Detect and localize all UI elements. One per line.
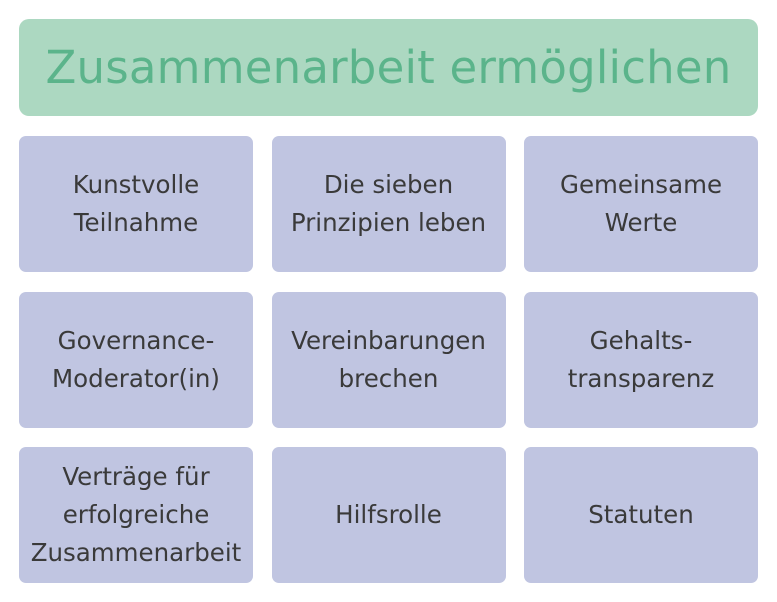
topic-label: Verträge für erfolgreiche Zusammenarbeit	[30, 462, 242, 567]
topic-grid: Kunstvolle Teilnahme Die sieben Prinzipi…	[19, 136, 758, 583]
topic-label: Statuten	[588, 500, 694, 529]
topic-label: Governance- Moderator(in)	[52, 325, 220, 393]
topic-label: Gehalts- transparenz	[567, 325, 715, 393]
topic-box: Vereinbarungen brechen	[271, 291, 506, 428]
topic-box: Kunstvolle Teilnahme	[19, 136, 253, 272]
topic-box: Governance- Moderator(in)	[19, 291, 253, 428]
topic-box: Verträge für erfolgreiche Zusammenarbeit	[19, 447, 253, 583]
topic-box: Die sieben Prinzipien leben	[271, 136, 506, 272]
topic-label: Kunstvolle Teilnahme	[72, 170, 200, 237]
header-banner: Zusammenarbeit ermöglichen	[19, 19, 758, 116]
topic-label: Die sieben Prinzipien leben	[290, 170, 487, 237]
header-title: Zusammenarbeit ermöglichen	[45, 41, 732, 94]
topic-box: Hilfsrolle	[271, 447, 506, 583]
topic-box: Gemeinsame Werte	[524, 136, 758, 272]
topic-label: Vereinbarungen brechen	[291, 325, 486, 393]
topic-label: Hilfsrolle	[335, 500, 442, 529]
topic-box: Statuten	[524, 447, 758, 583]
topic-box: Gehalts- transparenz	[524, 291, 758, 428]
topic-label: Gemeinsame Werte	[559, 170, 723, 237]
